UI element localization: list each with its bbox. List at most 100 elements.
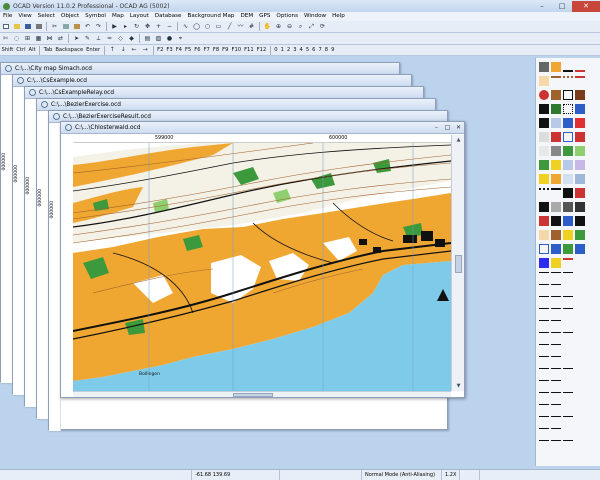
symbol-swatch[interactable] — [563, 368, 573, 378]
symbol-swatch[interactable] — [539, 160, 549, 170]
symbol-swatch[interactable] — [575, 188, 585, 198]
symbol-swatch[interactable] — [551, 188, 561, 198]
background-map-icon[interactable]: ▨ — [154, 34, 163, 43]
redo-icon[interactable]: ↷ — [94, 22, 103, 31]
symbol-swatch[interactable] — [551, 202, 561, 212]
symbol-swatch[interactable] — [575, 62, 585, 72]
symbol-swatch[interactable] — [563, 332, 573, 342]
symbol-swatch[interactable] — [575, 216, 585, 226]
symbol-swatch[interactable] — [551, 368, 561, 378]
symbol-swatch[interactable] — [551, 76, 561, 86]
symbol-swatch[interactable] — [551, 296, 561, 306]
key-shift[interactable]: Shift — [0, 45, 15, 55]
arrow-right-icon[interactable]: → — [141, 46, 150, 55]
symbol-swatch[interactable] — [539, 296, 549, 306]
undo-icon[interactable]: ↶ — [83, 22, 92, 31]
key-tab[interactable]: Tab — [42, 45, 54, 55]
minimize-button[interactable]: – — [532, 1, 552, 12]
corner-point-icon[interactable]: ◇ — [116, 34, 125, 43]
fill-icon[interactable]: ▦ — [34, 34, 43, 43]
measure-icon[interactable]: ⟂ — [94, 34, 103, 43]
freehand-icon[interactable]: 〰 — [236, 22, 245, 31]
symbol-swatch[interactable] — [551, 258, 561, 268]
symbol-swatch[interactable] — [539, 216, 549, 226]
edit-point-icon[interactable]: ▸ — [121, 22, 130, 31]
key-f7[interactable]: F7 — [202, 45, 211, 55]
symbol-swatch[interactable] — [539, 356, 549, 366]
symbol-swatch[interactable] — [551, 216, 561, 226]
symbol-swatch[interactable] — [563, 440, 573, 450]
symbol-swatch[interactable] — [575, 90, 585, 100]
symbol-swatch[interactable] — [551, 244, 561, 254]
symbol-swatch[interactable] — [563, 272, 573, 282]
pointer-icon[interactable]: ➤ — [72, 34, 81, 43]
symbol-swatch[interactable] — [539, 202, 549, 212]
symbol-swatch[interactable] — [539, 118, 549, 128]
smooth-icon[interactable]: ≈ — [105, 34, 114, 43]
symbol-swatch[interactable] — [575, 230, 585, 240]
arrow-left-icon[interactable]: ← — [130, 46, 139, 55]
scroll-thumb[interactable] — [233, 393, 273, 397]
symbol-swatch[interactable] — [539, 104, 549, 114]
symbol-swatch[interactable] — [575, 160, 585, 170]
zoom-in-icon[interactable]: ⊕ — [274, 22, 283, 31]
cut-object-icon[interactable]: ✄ — [1, 34, 10, 43]
doc-minimize-button[interactable]: – — [431, 123, 442, 132]
symbol-swatch[interactable] — [563, 146, 573, 156]
symbol-swatch[interactable] — [563, 174, 573, 184]
reverse-icon[interactable]: ⇄ — [56, 34, 65, 43]
symbol-swatch[interactable] — [539, 428, 549, 438]
symbol-swatch[interactable] — [563, 308, 573, 318]
key-f8[interactable]: F8 — [211, 45, 220, 55]
symbol-swatch[interactable] — [539, 272, 549, 282]
numeric-mode-icon[interactable]: # — [247, 22, 256, 31]
key-f10[interactable]: F10 — [230, 45, 243, 55]
symbol-swatch[interactable] — [551, 230, 561, 240]
cut-icon[interactable]: ✂ — [50, 22, 59, 31]
symbol-swatch[interactable] — [539, 332, 549, 342]
symbol-swatch[interactable] — [563, 90, 573, 100]
key-f12[interactable]: F12 — [255, 45, 268, 55]
symbol-swatch[interactable] — [563, 416, 573, 426]
circle-mode-icon[interactable]: ○ — [203, 22, 212, 31]
horizontal-scrollbar[interactable] — [73, 391, 451, 397]
symbol-swatch[interactable] — [551, 320, 561, 330]
curve-mode-icon[interactable]: ∿ — [181, 22, 190, 31]
symbol-swatch[interactable] — [539, 174, 549, 184]
orienteering-map[interactable]: Bollingen — [73, 143, 451, 391]
map-canvas[interactable]: Bollingen — [73, 143, 451, 391]
edit-object-icon[interactable]: ▶ — [110, 22, 119, 31]
key-ctrl[interactable]: Ctrl — [15, 45, 27, 55]
key-f2[interactable]: F2 — [156, 45, 165, 55]
symbol-swatch[interactable] — [563, 188, 573, 198]
symbol-swatch[interactable] — [539, 320, 549, 330]
menu-view[interactable]: View — [15, 12, 34, 21]
symbol-swatch[interactable] — [563, 118, 573, 128]
symbol-swatch[interactable] — [563, 104, 573, 114]
symbol-swatch[interactable] — [539, 76, 549, 86]
symbol-swatch[interactable] — [539, 416, 549, 426]
menu-map[interactable]: Map — [109, 12, 127, 21]
ellipse-mode-icon[interactable]: ◯ — [192, 22, 201, 31]
symbol-swatch[interactable] — [539, 258, 549, 268]
symbol-swatch[interactable] — [563, 258, 573, 268]
menu-symbol[interactable]: Symbol — [82, 12, 109, 21]
key-f4[interactable]: F4 — [174, 45, 183, 55]
menu-object[interactable]: Object — [58, 12, 82, 21]
cut-hole-icon[interactable]: ◌ — [12, 34, 21, 43]
refresh-icon[interactable]: ⟳ — [318, 22, 327, 31]
join-icon[interactable]: ⋈ — [45, 34, 54, 43]
symbol-swatch[interactable] — [539, 404, 549, 414]
doc-close-button[interactable]: ✕ — [453, 123, 464, 132]
symbol-swatch[interactable] — [563, 202, 573, 212]
symbol-swatch[interactable] — [539, 440, 549, 450]
entire-map-icon[interactable]: ⤢ — [307, 22, 316, 31]
zoom-out-icon[interactable]: ⊖ — [285, 22, 294, 31]
symbol-swatch[interactable] — [563, 62, 573, 72]
scroll-up-icon[interactable]: ▲ — [455, 137, 462, 143]
active-document-window[interactable]: C:\...\Chlosterwald.ocd – □ ✕ 599000 600… — [60, 121, 465, 398]
paste-icon[interactable] — [72, 22, 81, 31]
symbol-swatch[interactable] — [563, 392, 573, 402]
symbol-swatch[interactable] — [551, 174, 561, 184]
menu-window[interactable]: Window — [301, 12, 329, 21]
